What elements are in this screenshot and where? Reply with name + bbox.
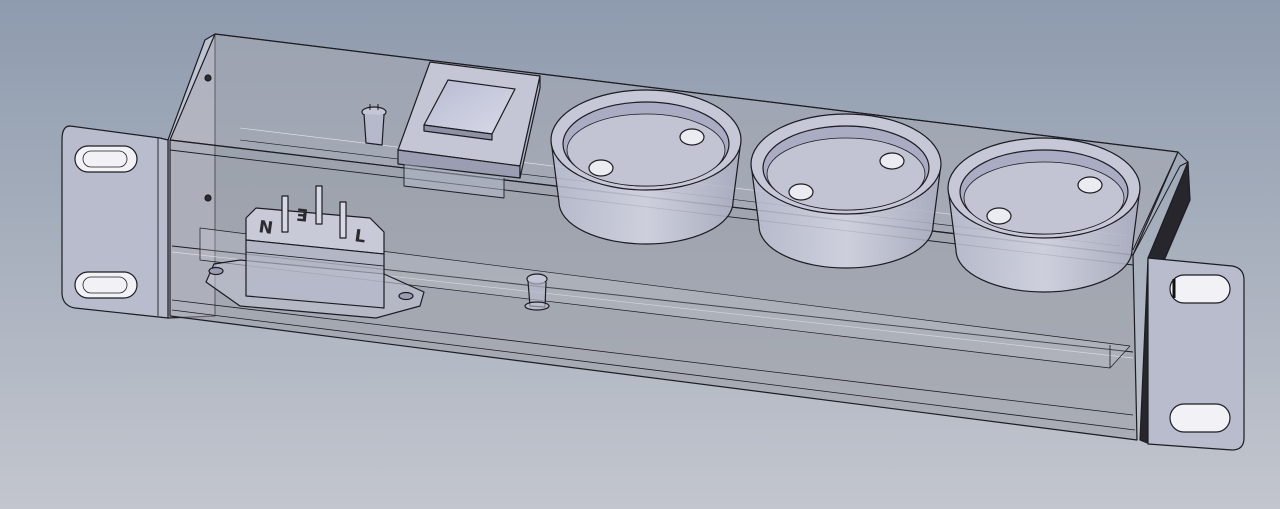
iec-pin-label-n: N: [257, 217, 274, 239]
bracket-slot: [74, 271, 138, 299]
cad-model-scene: N E L: [0, 0, 1280, 509]
bracket-slot: [1169, 274, 1231, 304]
socket-pin-hole: [588, 159, 614, 177]
socket-pin-hole: [879, 152, 905, 170]
iec-pin-n: [281, 195, 289, 233]
screw-bottom: [524, 273, 550, 311]
screw-top: [361, 104, 387, 146]
bracket-slot: [1169, 403, 1231, 433]
socket-pin-hole: [788, 183, 814, 201]
iec-pin-label-e: E: [295, 203, 309, 224]
socket-outlet: [550, 89, 742, 245]
bracket-slot: [74, 145, 138, 173]
socket-pin-hole: [1077, 176, 1103, 194]
socket-pin-hole: [986, 207, 1012, 225]
socket-pin-hole: [679, 128, 705, 146]
iec-pin-l: [339, 201, 347, 239]
cad-viewport[interactable]: N E L: [0, 0, 1280, 509]
socket-outlet: [947, 137, 1141, 293]
socket-outlet: [750, 113, 942, 269]
iec-pin-e: [315, 185, 323, 225]
